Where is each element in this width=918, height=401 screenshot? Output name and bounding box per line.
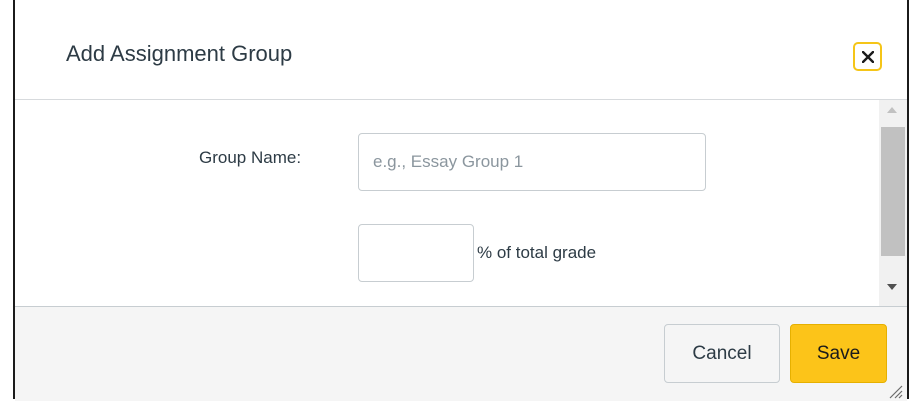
group-name-input[interactable] — [358, 133, 706, 191]
dialog-scrollbar[interactable] — [879, 100, 907, 306]
scroll-down-arrow-icon[interactable] — [887, 284, 897, 290]
cancel-button[interactable]: Cancel — [664, 324, 780, 383]
dialog-header: Add Assignment Group — [15, 0, 907, 100]
group-name-label: Group Name: — [199, 148, 302, 167]
percent-of-total-grade-input[interactable] — [358, 224, 474, 282]
add-assignment-group-dialog: Add Assignment Group Group Name: % of to… — [13, 0, 909, 401]
close-button[interactable] — [853, 42, 882, 71]
dialog-body: Group Name: % of total grade — [15, 100, 907, 306]
dialog-title: Add Assignment Group — [66, 41, 293, 66]
save-button[interactable]: Save — [790, 324, 887, 383]
close-icon — [861, 50, 874, 63]
percent-of-total-grade-label: % of total grade — [477, 243, 597, 262]
scroll-up-arrow-icon[interactable] — [887, 107, 897, 113]
scrollbar-thumb[interactable] — [881, 127, 905, 256]
dialog-footer: Cancel Save — [15, 306, 907, 401]
